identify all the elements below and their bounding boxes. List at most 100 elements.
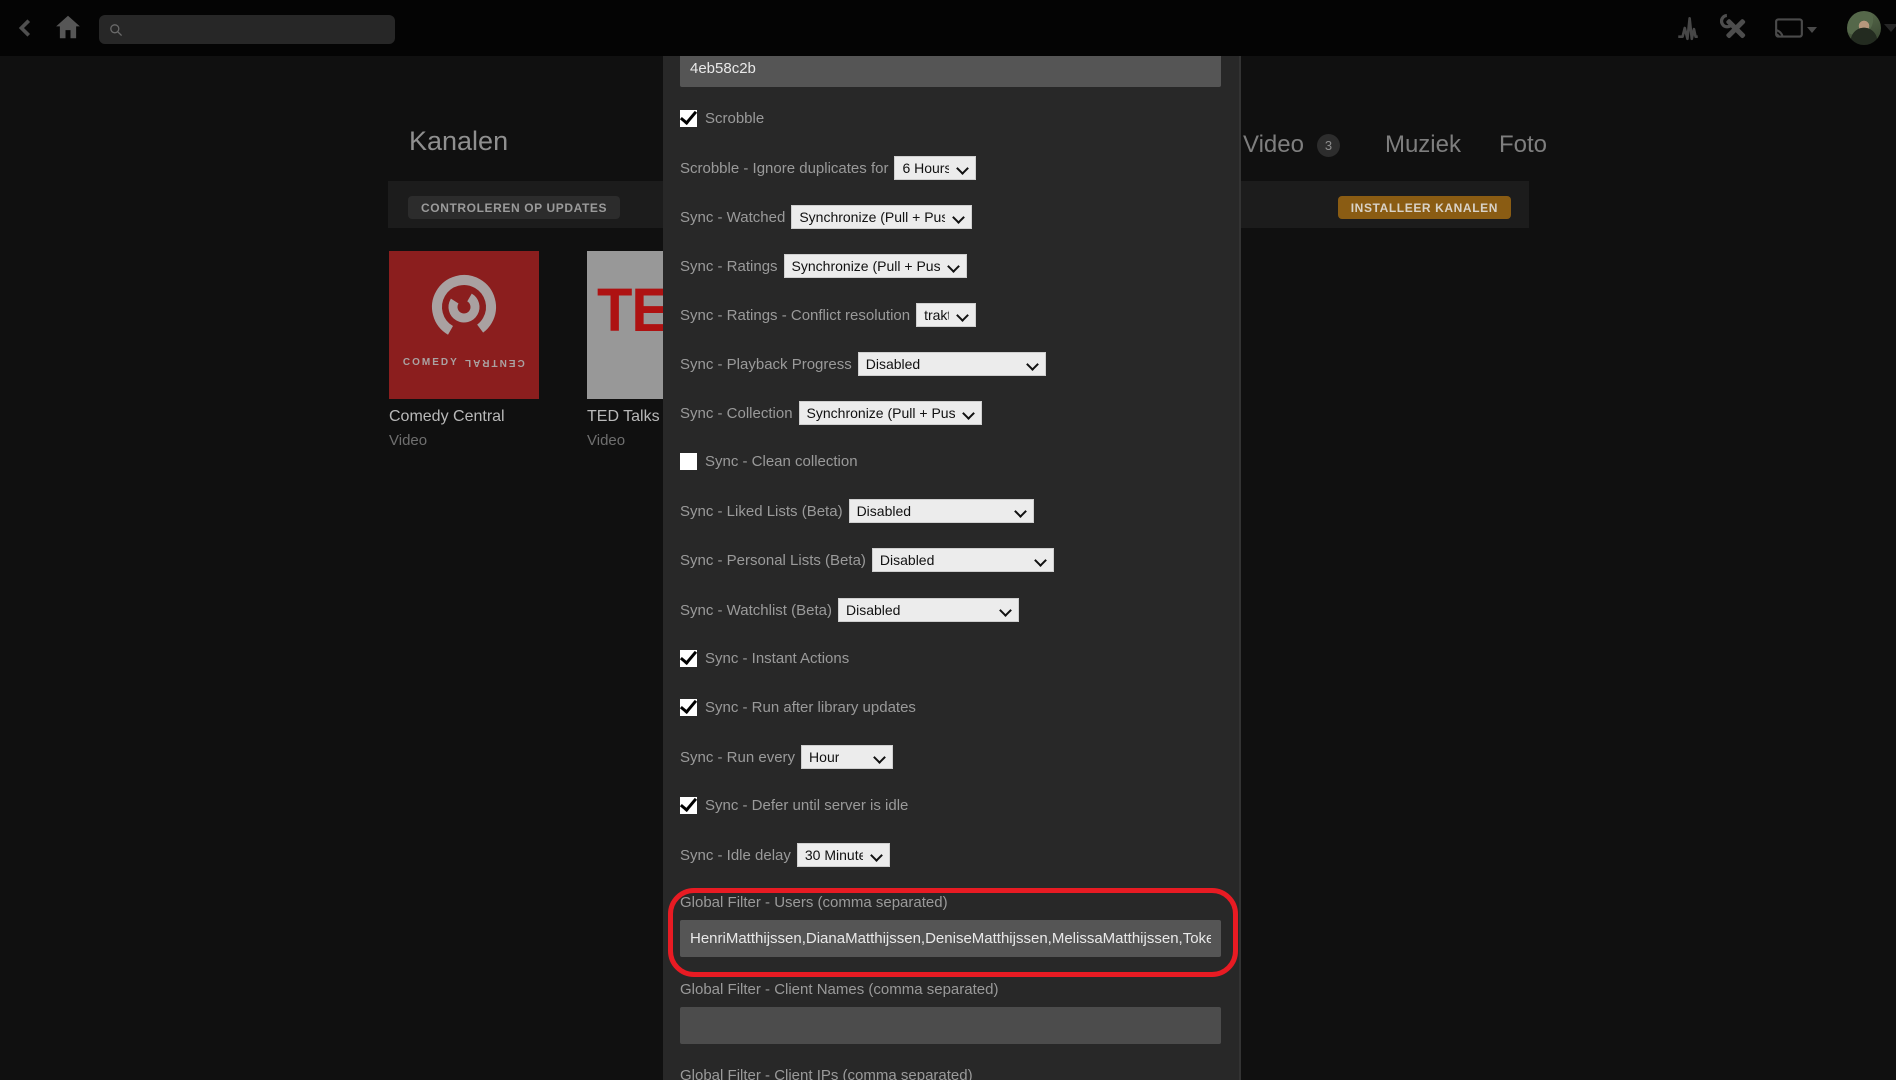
watchlist-select[interactable]: Disabled (838, 598, 1019, 622)
run-every-label: Sync - Run every (680, 749, 795, 766)
cast-caret-icon (1807, 27, 1817, 33)
defer-idle-field: Sync - Defer until server is idle (680, 797, 908, 814)
ignore-duplicates-field: Scrobble - Ignore duplicates for 6 Hours (680, 156, 976, 180)
ignore-duplicates-select[interactable]: 6 Hours (894, 156, 976, 180)
filter-client-names-input[interactable] (680, 1007, 1221, 1044)
tab-muziek[interactable]: Muziek (1385, 131, 1461, 159)
filter-client-names-field: Global Filter - Client Names (comma sepa… (680, 981, 998, 998)
sync-watched-field: Sync - Watched Synchronize (Pull + Push) (680, 205, 972, 229)
conflict-resolution-field: Sync - Ratings - Conflict resolution trak… (680, 303, 976, 327)
sync-ratings-label: Sync - Ratings (680, 258, 778, 275)
watchlist-label: Sync - Watchlist (Beta) (680, 602, 832, 619)
personal-lists-selected-value: Disabled (880, 552, 934, 568)
cc-word1: COMEDY (403, 357, 459, 368)
comedy-central-logo-icon (389, 257, 539, 357)
activity-pulse-icon (1675, 15, 1701, 41)
liked-lists-field: Sync - Liked Lists (Beta) Disabled (680, 499, 1034, 523)
channel-card-comedy-central[interactable]: COMEDY CENTRAL Comedy Central Video (389, 251, 539, 449)
cast-icon (1774, 16, 1804, 40)
top-bar (0, 0, 1896, 56)
comedy-central-wordmark: COMEDY CENTRAL (389, 357, 539, 368)
scrobble-label: Scrobble (705, 110, 764, 127)
channel-title: Comedy Central (389, 408, 539, 426)
conflict-resolution-select[interactable]: trakt (916, 303, 976, 327)
page-title: Kanalen (409, 126, 508, 157)
run-after-updates-label: Sync - Run after library updates (705, 699, 916, 716)
personal-lists-select[interactable]: Disabled (872, 548, 1054, 572)
run-every-selected-value: Hour (809, 749, 839, 765)
personal-lists-field: Sync - Personal Lists (Beta)Disabled (680, 548, 1054, 572)
clean-collection-checkbox[interactable] (680, 453, 697, 470)
settings-button[interactable] (1719, 12, 1751, 44)
sync-ratings-select[interactable]: Synchronize (Pull + Push) (784, 254, 967, 278)
sync-collection-selected-value: Synchronize (Pull + Push) (807, 405, 955, 421)
watchlist-selected-value: Disabled (846, 602, 900, 618)
run-every-field: Sync - Run every Hour (680, 745, 893, 769)
tab-foto[interactable]: Foto (1499, 131, 1547, 159)
instant-actions-checkbox[interactable] (680, 650, 697, 667)
sync-playback-progress-selected-value: Disabled (866, 356, 920, 372)
user-menu-caret-icon (1884, 24, 1896, 32)
run-after-updates-checkbox[interactable] (680, 699, 697, 716)
back-arrow-icon (15, 17, 37, 39)
watchlist-field: Sync - Watchlist (Beta) Disabled (680, 598, 1019, 622)
app-screen: Kanalen Video3MuziekFoto CONTROLEREN OP … (0, 0, 1896, 1080)
ignore-duplicates-selected-value: 6 Hours (902, 160, 949, 176)
sync-playback-progress-select[interactable]: Disabled (858, 352, 1046, 376)
ignore-duplicates-label: Scrobble - Ignore duplicates for (680, 160, 888, 177)
scrobble-field: Scrobble (680, 110, 764, 127)
user-avatar[interactable] (1847, 11, 1881, 45)
filter-client-names-label: Global Filter - Client Names (comma sepa… (680, 981, 998, 998)
cc-word2: CENTRAL (463, 357, 525, 368)
tab-label: Foto (1499, 131, 1547, 159)
back-button[interactable] (12, 14, 40, 42)
idle-delay-label: Sync - Idle delay (680, 847, 791, 864)
sync-ratings-field: Sync - Ratings Synchronize (Pull + Push) (680, 254, 967, 278)
liked-lists-select[interactable]: Disabled (849, 499, 1034, 523)
check-updates-button[interactable]: CONTROLEREN OP UPDATES (408, 196, 620, 219)
search-input[interactable] (128, 22, 378, 37)
tab-video-badge: 3 (1317, 134, 1340, 157)
install-channels-button[interactable]: INSTALLEER KANALEN (1338, 196, 1511, 219)
sync-collection-field: Sync - Collection Synchronize (Pull + Pus… (680, 401, 982, 425)
conflict-resolution-label: Sync - Ratings - Conflict resolution (680, 307, 910, 324)
trakt-settings-dialog: Authentication PIN (visit https://trakt.… (663, 0, 1241, 1080)
sync-ratings-selected-value: Synchronize (Pull + Push) (792, 258, 940, 274)
sync-playback-progress-label: Sync - Playback Progress (680, 356, 852, 373)
sync-collection-label: Sync - Collection (680, 405, 793, 422)
comedy-central-tile: COMEDY CENTRAL (389, 251, 539, 399)
filter-users-field: Global Filter - Users (comma separated) (680, 894, 948, 911)
scrobble-checkbox[interactable] (680, 110, 697, 127)
home-icon (53, 12, 83, 42)
sync-watched-label: Sync - Watched (680, 209, 785, 226)
clean-collection-label: Sync - Clean collection (705, 453, 858, 470)
section-tabs: Video3 Muziek Foto (1243, 129, 1547, 161)
sync-watched-select[interactable]: Synchronize (Pull + Push) (791, 205, 972, 229)
tab-label: Muziek (1385, 131, 1461, 159)
run-after-updates-field: Sync - Run after library updates (680, 699, 916, 716)
filter-client-ips-field: Global Filter - Client IPs (comma separa… (680, 1067, 973, 1080)
search-box (99, 15, 395, 44)
liked-lists-label: Sync - Liked Lists (Beta) (680, 503, 843, 520)
liked-lists-selected-value: Disabled (857, 503, 911, 519)
defer-idle-checkbox[interactable] (680, 797, 697, 814)
sync-collection-select[interactable]: Synchronize (Pull + Push) (799, 401, 982, 425)
sync-playback-progress-field: Sync - Playback Progress Disabled (680, 352, 1046, 376)
defer-idle-label: Sync - Defer until server is idle (705, 797, 908, 814)
sync-watched-selected-value: Synchronize (Pull + Push) (799, 209, 945, 225)
idle-delay-select[interactable]: 30 Minutes (797, 843, 890, 867)
channel-subtitle: Video (389, 432, 539, 449)
filter-users-label: Global Filter - Users (comma separated) (680, 894, 948, 911)
cast-button[interactable] (1771, 14, 1819, 42)
filter-users-input[interactable] (680, 920, 1221, 957)
idle-delay-field: Sync - Idle delay 30 Minutes (680, 843, 890, 867)
tab-video[interactable]: Video3 (1243, 131, 1340, 159)
instant-actions-label: Sync - Instant Actions (705, 650, 849, 667)
filter-client-ips-label: Global Filter - Client IPs (comma separa… (680, 1067, 973, 1080)
instant-actions-field: Sync - Instant Actions (680, 650, 849, 667)
idle-delay-selected-value: 30 Minutes (805, 847, 863, 863)
clean-collection-field: Sync - Clean collection (680, 453, 858, 470)
home-button[interactable] (52, 11, 84, 43)
run-every-select[interactable]: Hour (801, 745, 893, 769)
activity-button[interactable] (1674, 14, 1702, 42)
